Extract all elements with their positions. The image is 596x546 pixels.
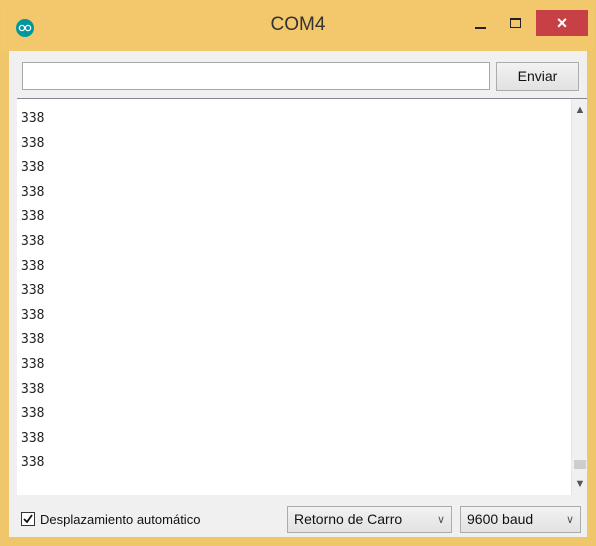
chevron-down-icon: ∨: [436, 514, 445, 526]
baud-rate-value: 9600 baud: [467, 511, 534, 527]
output-lines: 338 338 338 338 338 338 338 338 338 338 338 338 338 3…: [21, 107, 561, 476]
line-ending-select[interactable]: Retorno de Carro ∨: [287, 506, 452, 533]
output-line: 338: [21, 283, 45, 299]
output-line: 338: [21, 356, 45, 372]
maximize-icon[interactable]: [502, 15, 530, 37]
output-line: 338: [21, 406, 45, 422]
autoscroll-checkbox[interactable]: [21, 512, 35, 526]
output-line: 338: [21, 258, 45, 274]
output-line: 338: [21, 111, 45, 126]
output-line: 338: [21, 209, 45, 225]
autoscroll-option[interactable]: Desplazamiento automático: [21, 510, 200, 528]
chevron-down-icon: ∨: [565, 514, 574, 526]
autoscroll-label: Desplazamiento automático: [40, 511, 201, 527]
minimize-icon[interactable]: [467, 15, 495, 37]
monitor-content: Enviar 338 338 338 338 338 338 338 338 338 338 338…: [9, 51, 587, 537]
chevron-up-icon[interactable]: ▲: [572, 99, 588, 121]
output-line: 338: [21, 455, 45, 471]
footer-bar: Desplazamiento automático Retorno de Car…: [9, 498, 587, 537]
output-line: 338: [21, 160, 45, 176]
output-line: 338: [21, 184, 45, 200]
close-icon[interactable]: ×: [536, 10, 588, 36]
output-line: 338: [21, 307, 45, 323]
send-button[interactable]: Enviar: [496, 62, 579, 91]
output-line: 338: [21, 332, 45, 348]
baud-rate-select[interactable]: 9600 baud ∨: [460, 506, 581, 533]
serial-monitor-window: COM4 × Enviar 338 338 338 338 338 338 338 338 33…: [0, 0, 596, 546]
scroll-thumb[interactable]: [574, 460, 586, 469]
output-line: 338: [21, 135, 45, 151]
checkmark-icon: [23, 514, 33, 524]
chevron-down-icon[interactable]: ▼: [572, 473, 588, 495]
title-bar[interactable]: COM4 ×: [1, 1, 595, 51]
line-ending-value: Retorno de Carro: [294, 511, 403, 527]
output-line: 338: [21, 381, 45, 397]
serial-output[interactable]: 338 338 338 338 338 338 338 338 338 338 338 338 338 3…: [17, 98, 587, 495]
send-input[interactable]: [22, 62, 490, 90]
output-line: 338: [21, 233, 45, 249]
vertical-scrollbar[interactable]: ▲ ▼: [571, 99, 587, 495]
output-line: 338: [21, 430, 45, 446]
